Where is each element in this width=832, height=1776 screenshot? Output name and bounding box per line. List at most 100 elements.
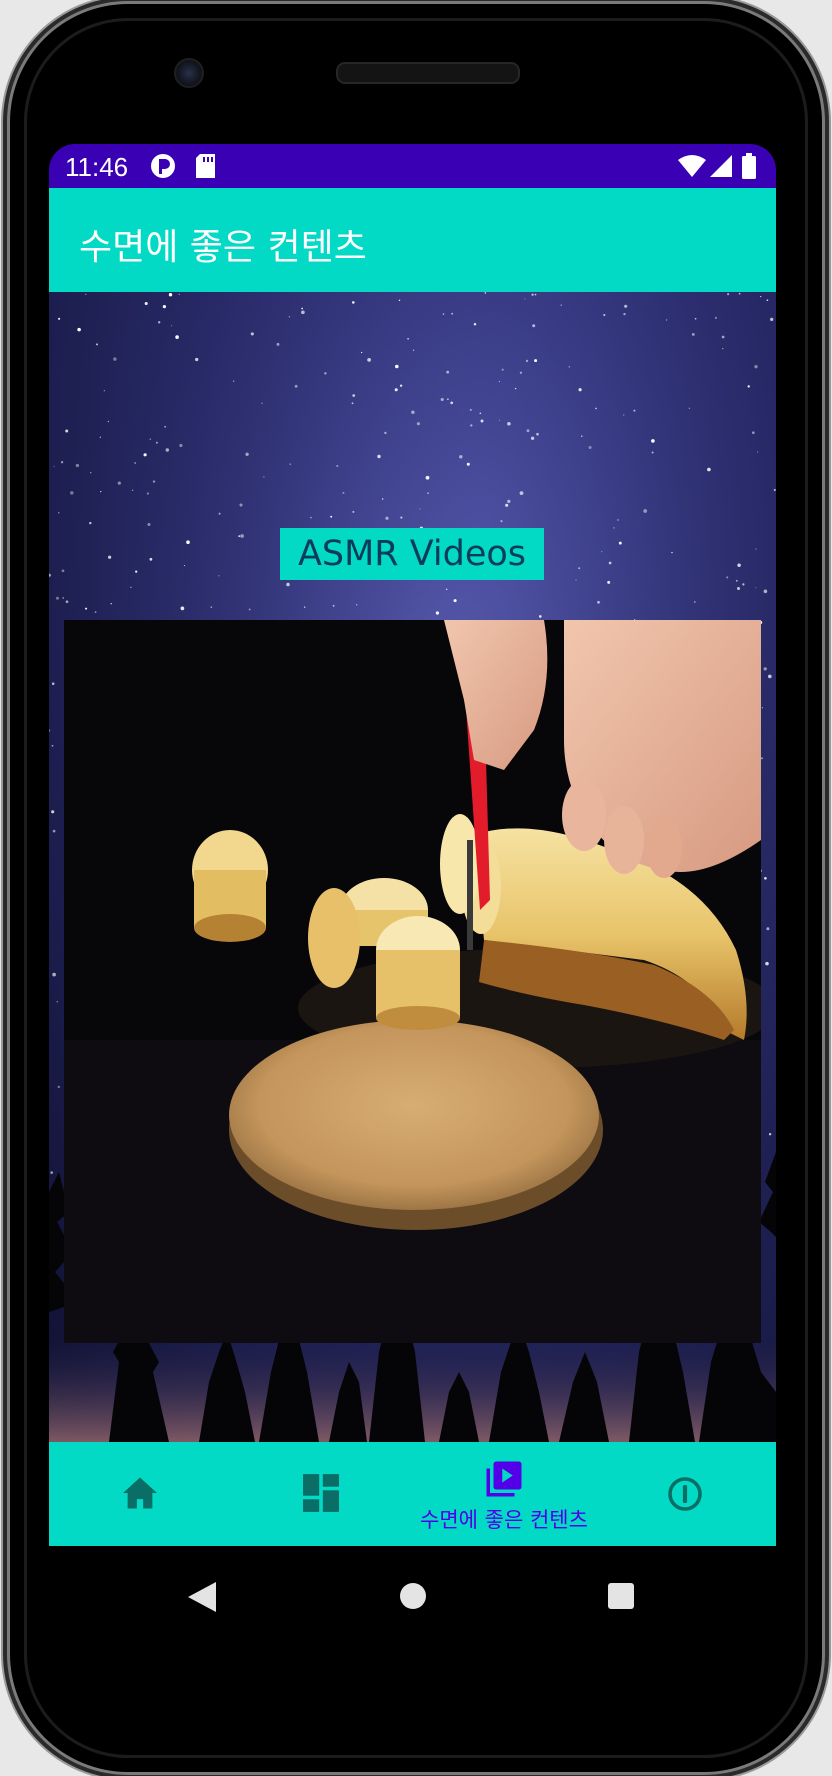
home-button[interactable] [398,1581,428,1611]
star [470,424,473,427]
star [618,541,622,545]
star [165,448,170,452]
star [301,310,305,315]
star [384,431,387,435]
star [760,757,763,760]
home-icon [123,1477,157,1509]
star [416,422,420,426]
star [440,397,444,402]
star [425,475,430,480]
star [671,551,673,554]
star [765,961,769,966]
star [103,389,106,392]
star [89,521,92,525]
star [532,324,536,328]
star [519,491,524,495]
nav-item-dashboard[interactable] [231,1442,413,1546]
nav-label-sleep-content: 수면에 좋은 컨텐츠 [420,1508,588,1532]
star [186,540,190,545]
star [400,516,403,519]
sd-card-icon [196,154,215,178]
info-icon [668,1477,702,1511]
star [601,551,603,553]
star [51,744,54,747]
star [394,388,398,392]
star [263,476,265,478]
star [617,519,619,521]
star [578,567,581,570]
star [342,491,345,494]
nav-item-info[interactable] [595,1442,776,1546]
star [760,295,762,298]
star [479,412,482,415]
content-area: ASMR Videos [49,292,776,1442]
star [239,503,243,507]
star [65,429,69,433]
star [707,467,711,472]
star [146,492,150,495]
star [62,597,64,599]
star [60,461,64,464]
star [304,606,306,608]
star [170,325,173,327]
star [427,492,429,494]
star [134,462,137,464]
star [588,446,592,449]
star [65,600,69,604]
star [534,293,537,296]
star [288,316,290,318]
star [766,299,769,302]
star [351,301,355,304]
star [643,509,648,513]
star [691,332,695,336]
star [310,516,312,519]
status-bar: 11:46 [49,144,776,188]
star [694,317,697,320]
star [360,351,363,354]
video-player[interactable] [64,620,761,1343]
star [356,604,358,606]
star [763,667,767,671]
star [85,607,88,610]
star [195,357,199,362]
star [412,349,415,351]
star [110,602,112,605]
star [756,451,759,453]
star [149,557,153,561]
star [381,498,384,500]
star [735,579,738,582]
device-screen: 11:46 수면에 좋은 컨텐츠 ASMR Videos 수면에 좋은 컨텐츠 [49,144,776,1549]
star [336,464,339,468]
star [52,829,56,833]
star [245,452,249,456]
star [539,615,542,618]
star [131,489,134,491]
star [147,523,151,526]
star [407,337,409,340]
star [56,1000,59,1003]
nav-item-home[interactable] [49,1442,231,1546]
star [164,425,167,428]
back-button[interactable] [186,1580,218,1614]
star [514,387,517,390]
star [352,394,356,397]
star [95,343,99,346]
star [178,293,180,295]
star [447,398,449,400]
star [50,1171,54,1174]
star [58,317,61,320]
wifi-icon [678,155,706,177]
star [536,432,539,436]
star [755,587,757,589]
nav-item-sleep-content[interactable]: 수면에 좋은 컨텐츠 [413,1442,595,1546]
star [507,422,511,426]
recents-button[interactable] [607,1582,635,1610]
star [442,313,445,315]
star [480,419,484,423]
app-notification-icon [151,154,175,178]
star [581,435,583,437]
star [578,388,582,392]
bottom-navigation: 수면에 좋은 컨텐츠 [49,1442,776,1546]
star [568,366,570,368]
star [218,512,221,515]
